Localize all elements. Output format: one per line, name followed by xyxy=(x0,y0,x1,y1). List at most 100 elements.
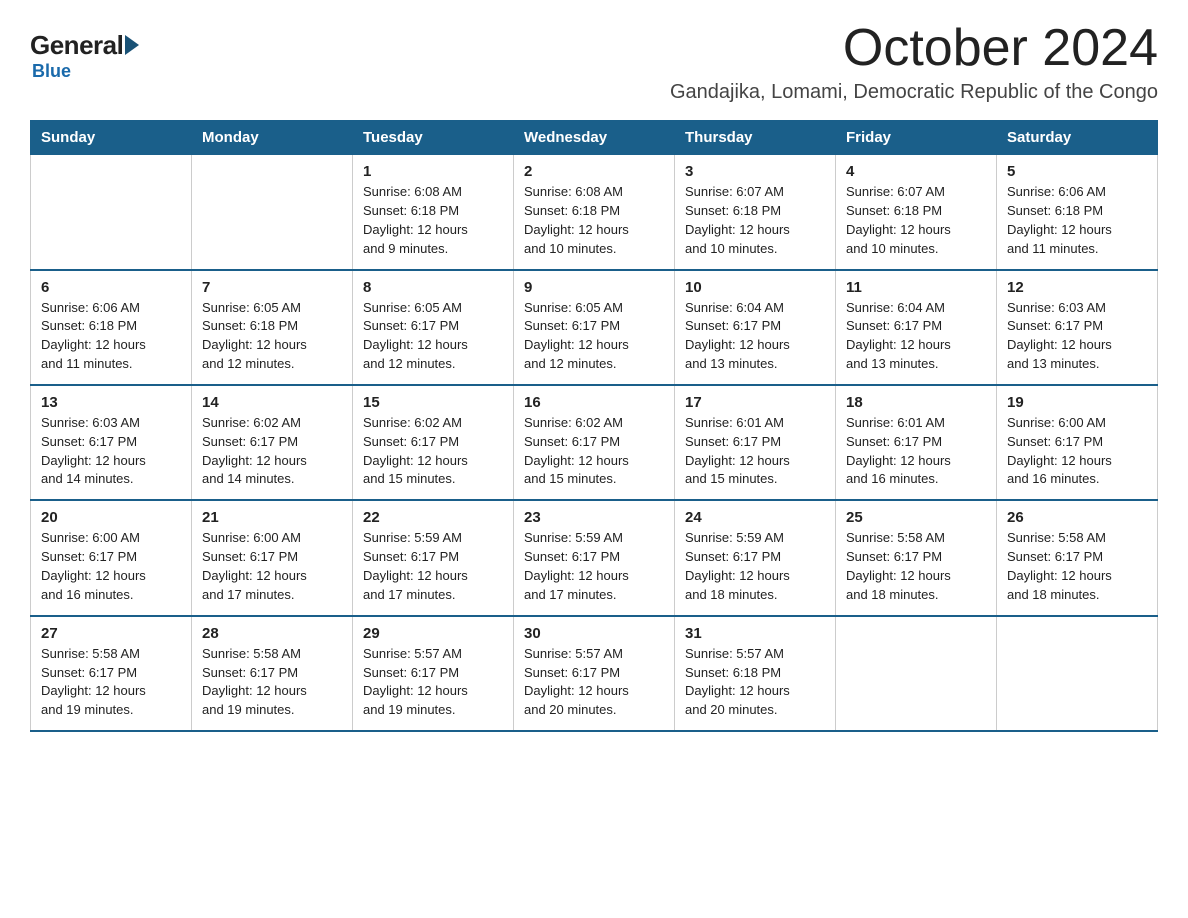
calendar-table: SundayMondayTuesdayWednesdayThursdayFrid… xyxy=(30,120,1158,732)
day-number: 3 xyxy=(685,163,825,180)
day-info: Sunrise: 6:00 AMSunset: 6:17 PMDaylight:… xyxy=(202,529,342,604)
day-number: 1 xyxy=(363,163,503,180)
day-number: 24 xyxy=(685,509,825,526)
day-info: Sunrise: 5:58 AMSunset: 6:17 PMDaylight:… xyxy=(41,645,181,720)
day-info: Sunrise: 6:05 AMSunset: 6:17 PMDaylight:… xyxy=(363,299,503,374)
day-info: Sunrise: 6:01 AMSunset: 6:17 PMDaylight:… xyxy=(846,414,986,489)
day-info: Sunrise: 5:57 AMSunset: 6:18 PMDaylight:… xyxy=(685,645,825,720)
calendar-day-cell: 29 Sunrise: 5:57 AMSunset: 6:17 PMDayligh… xyxy=(353,616,514,731)
calendar-day-cell: 2 Sunrise: 6:08 AMSunset: 6:18 PMDaylight… xyxy=(514,155,675,270)
calendar-day-cell xyxy=(31,155,192,270)
day-number: 31 xyxy=(685,625,825,642)
day-info: Sunrise: 6:04 AMSunset: 6:17 PMDaylight:… xyxy=(846,299,986,374)
calendar-day-cell: 23 Sunrise: 5:59 AMSunset: 6:17 PMDayligh… xyxy=(514,500,675,615)
day-number: 6 xyxy=(41,279,181,296)
day-info: Sunrise: 6:05 AMSunset: 6:17 PMDaylight:… xyxy=(524,299,664,374)
day-info: Sunrise: 6:08 AMSunset: 6:18 PMDaylight:… xyxy=(524,183,664,258)
day-info: Sunrise: 6:00 AMSunset: 6:17 PMDaylight:… xyxy=(1007,414,1147,489)
weekday-header-cell: Tuesday xyxy=(353,121,514,155)
day-number: 13 xyxy=(41,394,181,411)
day-number: 17 xyxy=(685,394,825,411)
day-info: Sunrise: 6:07 AMSunset: 6:18 PMDaylight:… xyxy=(846,183,986,258)
logo-blue-text: Blue xyxy=(32,61,71,82)
day-info: Sunrise: 5:58 AMSunset: 6:17 PMDaylight:… xyxy=(846,529,986,604)
day-info: Sunrise: 6:02 AMSunset: 6:17 PMDaylight:… xyxy=(363,414,503,489)
calendar-day-cell: 18 Sunrise: 6:01 AMSunset: 6:17 PMDayligh… xyxy=(836,385,997,500)
day-number: 28 xyxy=(202,625,342,642)
day-number: 10 xyxy=(685,279,825,296)
day-info: Sunrise: 6:04 AMSunset: 6:17 PMDaylight:… xyxy=(685,299,825,374)
day-number: 8 xyxy=(363,279,503,296)
calendar-day-cell: 22Sunrise: 5:59 AMSunset: 6:17 PMDayligh… xyxy=(353,500,514,615)
calendar-day-cell: 4 Sunrise: 6:07 AMSunset: 6:18 PMDaylight… xyxy=(836,155,997,270)
calendar-day-cell: 1 Sunrise: 6:08 AMSunset: 6:18 PMDaylight… xyxy=(353,155,514,270)
weekday-header-cell: Monday xyxy=(192,121,353,155)
logo: General Blue xyxy=(30,30,139,82)
day-number: 30 xyxy=(524,625,664,642)
calendar-day-cell: 15Sunrise: 6:02 AMSunset: 6:17 PMDayligh… xyxy=(353,385,514,500)
calendar-day-cell: 21 Sunrise: 6:00 AMSunset: 6:17 PMDayligh… xyxy=(192,500,353,615)
day-info: Sunrise: 6:07 AMSunset: 6:18 PMDaylight:… xyxy=(685,183,825,258)
day-info: Sunrise: 6:03 AMSunset: 6:17 PMDaylight:… xyxy=(41,414,181,489)
day-number: 2 xyxy=(524,163,664,180)
day-number: 21 xyxy=(202,509,342,526)
day-number: 23 xyxy=(524,509,664,526)
day-info: Sunrise: 6:02 AMSunset: 6:17 PMDaylight:… xyxy=(202,414,342,489)
day-number: 19 xyxy=(1007,394,1147,411)
calendar-day-cell: 11 Sunrise: 6:04 AMSunset: 6:17 PMDayligh… xyxy=(836,270,997,385)
calendar-day-cell xyxy=(836,616,997,731)
weekday-header-cell: Wednesday xyxy=(514,121,675,155)
day-info: Sunrise: 6:05 AMSunset: 6:18 PMDaylight:… xyxy=(202,299,342,374)
day-number: 26 xyxy=(1007,509,1147,526)
calendar-week-row: 1 Sunrise: 6:08 AMSunset: 6:18 PMDaylight… xyxy=(31,155,1158,270)
day-info: Sunrise: 5:59 AMSunset: 6:17 PMDaylight:… xyxy=(524,529,664,604)
weekday-header-cell: Sunday xyxy=(31,121,192,155)
calendar-day-cell: 17 Sunrise: 6:01 AMSunset: 6:17 PMDayligh… xyxy=(675,385,836,500)
calendar-day-cell: 7 Sunrise: 6:05 AMSunset: 6:18 PMDaylight… xyxy=(192,270,353,385)
day-info: Sunrise: 6:00 AMSunset: 6:17 PMDaylight:… xyxy=(41,529,181,604)
day-info: Sunrise: 5:59 AMSunset: 6:17 PMDaylight:… xyxy=(685,529,825,604)
day-number: 7 xyxy=(202,279,342,296)
day-number: 29 xyxy=(363,625,503,642)
weekday-header-cell: Thursday xyxy=(675,121,836,155)
calendar-body: 1 Sunrise: 6:08 AMSunset: 6:18 PMDaylight… xyxy=(31,155,1158,731)
day-info: Sunrise: 5:58 AMSunset: 6:17 PMDaylight:… xyxy=(202,645,342,720)
day-number: 27 xyxy=(41,625,181,642)
calendar-day-cell: 27 Sunrise: 5:58 AMSunset: 6:17 PMDayligh… xyxy=(31,616,192,731)
day-number: 5 xyxy=(1007,163,1147,180)
calendar-day-cell: 3 Sunrise: 6:07 AMSunset: 6:18 PMDaylight… xyxy=(675,155,836,270)
calendar-day-cell: 20 Sunrise: 6:00 AMSunset: 6:17 PMDayligh… xyxy=(31,500,192,615)
calendar-day-cell: 12 Sunrise: 6:03 AMSunset: 6:17 PMDayligh… xyxy=(997,270,1158,385)
logo-triangle-icon xyxy=(125,35,139,55)
day-info: Sunrise: 5:58 AMSunset: 6:17 PMDaylight:… xyxy=(1007,529,1147,604)
calendar-day-cell: 28 Sunrise: 5:58 AMSunset: 6:17 PMDayligh… xyxy=(192,616,353,731)
day-info: Sunrise: 6:01 AMSunset: 6:17 PMDaylight:… xyxy=(685,414,825,489)
day-info: Sunrise: 6:08 AMSunset: 6:18 PMDaylight:… xyxy=(363,183,503,258)
calendar-day-cell: 25Sunrise: 5:58 AMSunset: 6:17 PMDayligh… xyxy=(836,500,997,615)
day-number: 11 xyxy=(846,279,986,296)
day-info: Sunrise: 5:57 AMSunset: 6:17 PMDaylight:… xyxy=(524,645,664,720)
calendar-day-cell: 14 Sunrise: 6:02 AMSunset: 6:17 PMDayligh… xyxy=(192,385,353,500)
calendar-day-cell: 24 Sunrise: 5:59 AMSunset: 6:17 PMDayligh… xyxy=(675,500,836,615)
calendar-day-cell: 13 Sunrise: 6:03 AMSunset: 6:17 PMDayligh… xyxy=(31,385,192,500)
day-number: 14 xyxy=(202,394,342,411)
day-number: 12 xyxy=(1007,279,1147,296)
calendar-day-cell: 19 Sunrise: 6:00 AMSunset: 6:17 PMDayligh… xyxy=(997,385,1158,500)
day-number: 16 xyxy=(524,394,664,411)
calendar-week-row: 20 Sunrise: 6:00 AMSunset: 6:17 PMDayligh… xyxy=(31,500,1158,615)
day-number: 18 xyxy=(846,394,986,411)
day-number: 4 xyxy=(846,163,986,180)
day-number: 20 xyxy=(41,509,181,526)
day-info: Sunrise: 6:02 AMSunset: 6:17 PMDaylight:… xyxy=(524,414,664,489)
calendar-day-cell: 26 Sunrise: 5:58 AMSunset: 6:17 PMDayligh… xyxy=(997,500,1158,615)
calendar-week-row: 6Sunrise: 6:06 AMSunset: 6:18 PMDaylight… xyxy=(31,270,1158,385)
day-info: Sunrise: 6:03 AMSunset: 6:17 PMDaylight:… xyxy=(1007,299,1147,374)
calendar-day-cell: 16 Sunrise: 6:02 AMSunset: 6:17 PMDayligh… xyxy=(514,385,675,500)
calendar-day-cell: 5Sunrise: 6:06 AMSunset: 6:18 PMDaylight… xyxy=(997,155,1158,270)
day-info: Sunrise: 5:59 AMSunset: 6:17 PMDaylight:… xyxy=(363,529,503,604)
day-info: Sunrise: 5:57 AMSunset: 6:17 PMDaylight:… xyxy=(363,645,503,720)
weekday-header-cell: Friday xyxy=(836,121,997,155)
calendar-day-cell: 31 Sunrise: 5:57 AMSunset: 6:18 PMDayligh… xyxy=(675,616,836,731)
calendar-week-row: 13 Sunrise: 6:03 AMSunset: 6:17 PMDayligh… xyxy=(31,385,1158,500)
month-title: October 2024 xyxy=(670,20,1158,77)
